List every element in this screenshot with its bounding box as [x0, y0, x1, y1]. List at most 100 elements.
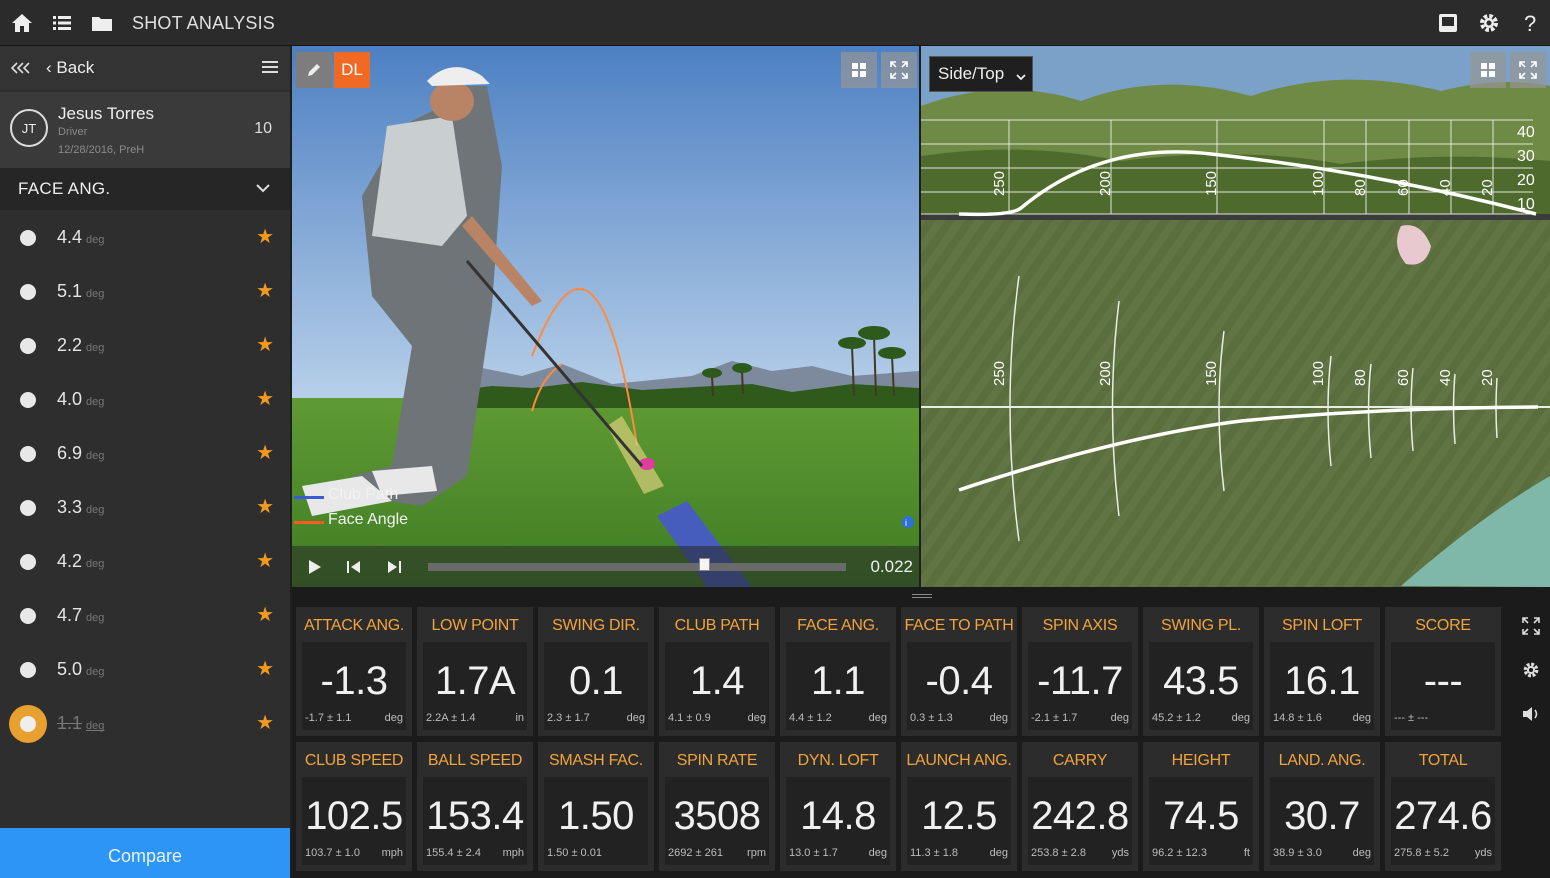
shot-value-number: 4.2	[57, 551, 83, 571]
panel-resize-divider[interactable]	[292, 587, 1550, 607]
shot-select-radio[interactable]	[20, 230, 36, 246]
shot-item[interactable]: 4.4 deg ★	[0, 210, 290, 264]
compare-button[interactable]: Compare	[0, 828, 290, 878]
shot-select-radio[interactable]	[20, 500, 36, 516]
metric-average: -2.1 ± 1.7	[1031, 712, 1078, 724]
metric-tile[interactable]: SPIN AXIS -11.7 -2.1 ± 1.7 deg	[1022, 607, 1138, 736]
shot-item[interactable]: 4.0 deg ★	[0, 372, 290, 426]
metric-tile[interactable]: SPIN LOFT 16.1 14.8 ± 1.6 deg	[1264, 607, 1380, 736]
metric-tile[interactable]: HEIGHT 74.5 96.2 ± 12.3 ft	[1143, 742, 1259, 871]
player-card[interactable]: JT Jesus Torres Driver 12/28/2016, PreH …	[0, 92, 290, 168]
metric-tile[interactable]: CLUB PATH 1.4 4.1 ± 0.9 deg	[659, 607, 775, 736]
metric-tile[interactable]: SWING DIR. 0.1 2.3 ± 1.7 deg	[538, 607, 654, 736]
star-icon[interactable]: ★	[256, 332, 274, 357]
collapse-sidebar-icon[interactable]	[10, 58, 32, 78]
metric-tile[interactable]: TOTAL 274.6 275.8 ± 5.2 yds	[1385, 742, 1501, 871]
shot-select-radio[interactable]	[20, 662, 36, 678]
home-icon[interactable]	[10, 11, 34, 35]
metric-tile[interactable]: SMASH FAC. 1.50 1.50 ± 0.01	[538, 742, 654, 871]
metric-tile[interactable]: BALL SPEED 153.4 155.4 ± 2.4 mph	[417, 742, 533, 871]
metric-tile[interactable]: LOW POINT 1.7A 2.2A ± 1.4 in	[417, 607, 533, 736]
metric-unit: yds	[1111, 847, 1129, 859]
metric-box: -1.3 -1.7 ± 1.1 deg	[302, 642, 406, 730]
layout-grid-icon[interactable]	[841, 52, 877, 88]
shot-select-radio[interactable]	[9, 705, 47, 743]
metric-tile[interactable]: FACE TO PATH -0.4 0.3 ± 1.3 deg	[901, 607, 1017, 736]
layout-grid-icon[interactable]	[1470, 52, 1506, 88]
metric-average: 275.8 ± 5.2	[1394, 847, 1449, 859]
draw-tool-button[interactable]	[296, 52, 332, 88]
book-icon[interactable]	[1436, 11, 1460, 35]
star-icon[interactable]: ★	[256, 548, 274, 573]
metric-tile[interactable]: DYN. LOFT 14.8 13.0 ± 1.7 deg	[780, 742, 896, 871]
step-forward-icon[interactable]	[386, 559, 402, 580]
page-title: SHOT ANALYSIS	[132, 13, 275, 33]
resize-grip-icon[interactable]	[912, 594, 932, 598]
shot-item[interactable]: 3.3 deg ★	[0, 480, 290, 534]
metric-tile[interactable]: SWING PL. 43.5 45.2 ± 1.2 deg	[1143, 607, 1259, 736]
metric-tile[interactable]: CLUB SPEED 102.5 103.7 ± 1.0 mph	[296, 742, 412, 871]
shot-value-number: 6.9	[57, 443, 83, 463]
star-icon[interactable]: ★	[256, 656, 274, 681]
shot-item[interactable]: 5.1 deg ★	[0, 264, 290, 318]
trajectory-panel[interactable]: 40 30 20 10 250 200 150 100 80 60 40 20 250 200 150 1…	[921, 46, 1550, 587]
metric-tile[interactable]: LAUNCH ANG. 12.5 11.3 ± 1.8 deg	[901, 742, 1017, 871]
view-select-label: Side/Top	[938, 64, 1005, 83]
swing-video-panel[interactable]: i DL Club Path Face Angle 0.022	[292, 46, 919, 587]
metric-value: 102.5	[305, 794, 403, 838]
volume-icon[interactable]	[1520, 703, 1542, 725]
metric-tile[interactable]: LAND. ANG. 30.7 38.9 ± 3.0 deg	[1264, 742, 1380, 871]
legend-swatch	[294, 496, 324, 499]
timecode: 0.022	[870, 557, 913, 576]
shot-list: 4.4 deg ★ 5.1 deg ★ 2.2 deg ★ 4.0 deg ★ 6.9 deg ★ 3.3 de…	[0, 210, 290, 750]
menu-icon[interactable]	[262, 60, 278, 74]
metric-box: 242.8 253.8 ± 2.8 yds	[1028, 777, 1132, 865]
fullscreen-icon[interactable]	[1520, 615, 1542, 637]
shot-item[interactable]: 4.2 deg ★	[0, 534, 290, 588]
scrubber-handle[interactable]	[698, 558, 710, 571]
shot-value-number: 4.4	[57, 227, 83, 247]
play-icon[interactable]	[308, 559, 322, 580]
shot-item[interactable]: 2.2 deg ★	[0, 318, 290, 372]
shot-select-radio[interactable]	[20, 554, 36, 570]
fullscreen-icon[interactable]	[881, 52, 917, 88]
help-icon[interactable]: ?	[1518, 11, 1542, 35]
step-back-icon[interactable]	[346, 559, 362, 580]
folder-icon[interactable]	[90, 11, 114, 35]
video-scrubber[interactable]	[428, 563, 846, 571]
view-select[interactable]: Side/Top	[929, 56, 1033, 92]
metric-tile[interactable]: FACE ANG. 1.1 4.4 ± 1.2 deg	[780, 607, 896, 736]
back-button[interactable]: ‹ Back	[46, 58, 94, 78]
star-icon[interactable]: ★	[256, 440, 274, 465]
metric-tile[interactable]: SCORE --- --- ± ---	[1385, 607, 1501, 736]
star-icon[interactable]: ★	[256, 494, 274, 519]
list-icon[interactable]	[50, 11, 74, 35]
shot-select-radio[interactable]	[20, 608, 36, 624]
parameter-dropdown[interactable]: FACE ANG.	[0, 168, 290, 210]
star-icon[interactable]: ★	[256, 386, 274, 411]
star-icon[interactable]: ★	[256, 602, 274, 627]
shot-item[interactable]: 5.0 deg ★	[0, 642, 290, 696]
metric-tile[interactable]: ATTACK ANG. -1.3 -1.7 ± 1.1 deg	[296, 607, 412, 736]
chevron-down-icon	[1016, 67, 1026, 81]
star-icon[interactable]: ★	[256, 278, 274, 303]
star-icon[interactable]: ★	[256, 224, 274, 249]
metric-tile[interactable]: SPIN RATE 3508 2692 ± 261 rpm	[659, 742, 775, 871]
shot-select-radio[interactable]	[20, 392, 36, 408]
trajectory-view	[921, 46, 1550, 587]
shot-select-radio[interactable]	[20, 446, 36, 462]
shot-item[interactable]: 4.7 deg ★	[0, 588, 290, 642]
star-icon[interactable]: ★	[256, 710, 274, 735]
fullscreen-icon[interactable]	[1510, 52, 1546, 88]
gear-icon[interactable]	[1477, 11, 1501, 35]
legend-label: Face Angle	[328, 511, 409, 528]
shot-select-radio[interactable]	[20, 284, 36, 300]
metric-value: -1.3	[320, 659, 388, 703]
dl-button[interactable]: DL	[334, 52, 370, 88]
shot-item[interactable]: 6.9 deg ★	[0, 426, 290, 480]
metric-tile[interactable]: CARRY 242.8 253.8 ± 2.8 yds	[1022, 742, 1138, 871]
shot-select-radio[interactable]	[20, 338, 36, 354]
shot-item[interactable]: 1.1 deg ★	[0, 696, 290, 750]
gear-icon[interactable]	[1520, 659, 1542, 681]
metric-box: 3508 2692 ± 261 rpm	[665, 777, 769, 865]
